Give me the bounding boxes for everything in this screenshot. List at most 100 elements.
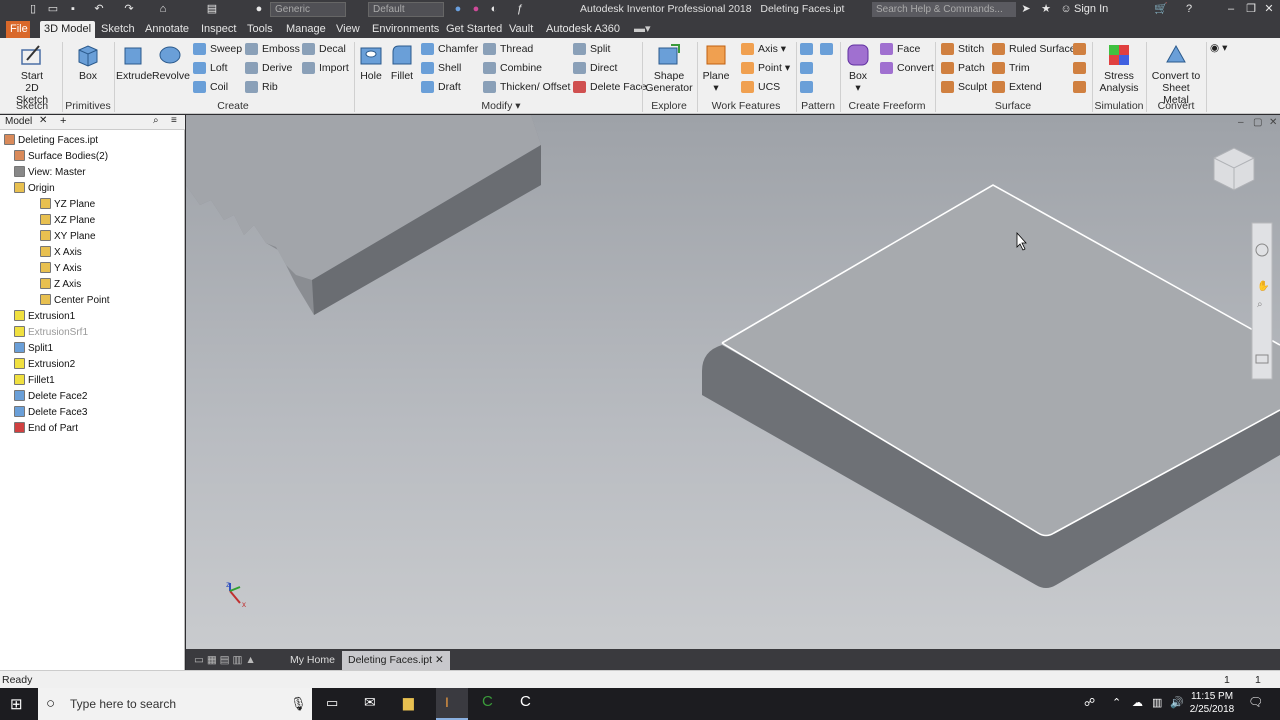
chamfer-button[interactable]: Chamfer: [421, 41, 478, 57]
search-arrow-icon[interactable]: ➤: [1020, 2, 1032, 17]
axis-button[interactable]: Axis ▾: [741, 41, 786, 57]
help-search-input[interactable]: Search Help & Commands...: [872, 2, 1016, 17]
patch-button[interactable]: Patch: [941, 60, 985, 76]
start-2d-sketch-button[interactable]: Start 2D Sketch: [8, 42, 56, 106]
face-button[interactable]: Face: [880, 41, 920, 57]
save-icon[interactable]: ▪: [66, 2, 80, 17]
revolve-button[interactable]: Revolve: [152, 42, 190, 82]
function-icon[interactable]: ƒ: [514, 2, 526, 17]
doc-tab-my-home[interactable]: My Home: [284, 651, 341, 670]
tab-manage[interactable]: Manage: [282, 21, 330, 38]
taskbar-search-input[interactable]: ○ Type here to search 🎙: [38, 688, 312, 720]
loft-button[interactable]: Loft: [193, 60, 228, 76]
convert-freeform-button[interactable]: Convert: [880, 60, 934, 76]
shell-button[interactable]: Shell: [421, 60, 461, 76]
cloud-icon[interactable]: ☁: [1132, 696, 1143, 709]
menu-icon[interactable]: ≡: [171, 115, 177, 126]
camtasia-icon[interactable]: C: [482, 693, 493, 710]
cart-icon[interactable]: 🛒: [1154, 2, 1168, 17]
thread-button[interactable]: Thread: [483, 41, 533, 57]
mail-icon[interactable]: ✉: [364, 694, 376, 711]
sign-in-link[interactable]: Sign In: [1074, 2, 1114, 17]
notifications-icon[interactable]: 🗨: [1248, 695, 1263, 709]
fit-mesh-face-button[interactable]: [1073, 79, 1087, 95]
direct-button[interactable]: Direct: [573, 60, 617, 76]
tab-sketch[interactable]: Sketch: [97, 21, 139, 38]
browser-item[interactable]: Z Axis: [40, 277, 81, 293]
tab-inspect[interactable]: Inspect: [197, 21, 240, 38]
combine-button[interactable]: Combine: [483, 60, 542, 76]
star-icon[interactable]: ★: [1040, 2, 1052, 17]
windows-start-icon[interactable]: ⊞: [10, 695, 23, 713]
trim-button[interactable]: Trim: [992, 60, 1030, 76]
browser-item[interactable]: Y Axis: [40, 261, 82, 277]
undo-icon[interactable]: ↶: [92, 2, 106, 17]
tab-annotate[interactable]: Annotate: [141, 21, 193, 38]
redo-icon[interactable]: ↷: [122, 2, 136, 17]
minimize-icon[interactable]: –: [1224, 2, 1238, 17]
extend-button[interactable]: Extend: [992, 79, 1042, 95]
open-icon[interactable]: ▭: [46, 2, 60, 17]
inventor-taskbar-button[interactable]: I: [436, 688, 468, 720]
browser-item[interactable]: XY Plane: [40, 229, 96, 245]
shape-generator-button[interactable]: Shape Generator: [644, 42, 694, 94]
browser-item[interactable]: XZ Plane: [40, 213, 95, 229]
emboss-button[interactable]: Emboss: [245, 41, 300, 57]
point-button[interactable]: Point ▾: [741, 60, 790, 76]
fillet-button[interactable]: Fillet: [388, 42, 416, 82]
browser-item[interactable]: End of Part: [14, 421, 78, 437]
freeform-box-button[interactable]: Box ▾: [842, 42, 874, 94]
navigation-bar[interactable]: ✋ ⌕: [1251, 222, 1273, 380]
sculpt-button[interactable]: Sculpt: [941, 79, 987, 95]
color-icon[interactable]: ●: [252, 2, 266, 17]
derive-button[interactable]: Derive: [245, 60, 292, 76]
draft-button[interactable]: Draft: [421, 79, 461, 95]
browser-item[interactable]: Origin: [14, 181, 55, 197]
graphics-window[interactable]: z x ✋ ⌕ – ▢ ✕: [186, 115, 1280, 649]
browser-item[interactable]: Surface Bodies(2): [14, 149, 108, 165]
group-modify[interactable]: Modify ▾: [356, 100, 646, 112]
browser-tab-model[interactable]: Model: [5, 116, 32, 127]
restore-icon[interactable]: ❐: [1244, 2, 1258, 17]
viewport-close-icon[interactable]: ✕: [1269, 117, 1277, 128]
tab-3d-model[interactable]: 3D Model: [40, 21, 96, 38]
model-viewport-canvas[interactable]: z x ✋ ⌕ – ▢ ✕: [186, 115, 1280, 649]
tab-file[interactable]: File: [6, 21, 30, 38]
convert-to-sheet-metal-button[interactable]: Convert to Sheet Metal: [1148, 42, 1204, 106]
network-icon[interactable]: ▥: [1152, 696, 1162, 709]
user-icon[interactable]: ☺: [1060, 2, 1072, 17]
appearance-icon[interactable]: ●: [452, 2, 464, 17]
thicken-offset-button[interactable]: Thicken/ Offset: [483, 79, 570, 95]
box-primitive-button[interactable]: Box: [70, 42, 106, 82]
replace-face-button[interactable]: [1073, 41, 1087, 57]
home-icon[interactable]: ⌂: [156, 2, 170, 17]
browser-item[interactable]: YZ Plane: [40, 197, 95, 213]
viewcube[interactable]: [1213, 147, 1255, 191]
stitch-button[interactable]: Stitch: [941, 41, 984, 57]
task-view-icon[interactable]: ▭: [326, 695, 338, 711]
circular-pattern-button[interactable]: [800, 60, 814, 76]
doc-tab-active[interactable]: Deleting Faces.ipt ✕: [342, 651, 450, 670]
rib-button[interactable]: Rib: [245, 79, 278, 95]
help-icon[interactable]: ?: [1182, 2, 1196, 17]
browser-item[interactable]: Center Point: [40, 293, 110, 309]
hole-button[interactable]: Hole: [356, 42, 386, 82]
sketch-pattern-button[interactable]: [800, 79, 814, 95]
close-doc-icon[interactable]: ✕: [435, 654, 444, 666]
clear-icon[interactable]: ●: [470, 2, 482, 17]
app-icon[interactable]: C: [520, 693, 531, 710]
tab-environments[interactable]: Environments: [368, 21, 443, 38]
browser-item[interactable]: Deleting Faces.ipt: [4, 133, 98, 149]
new-icon[interactable]: ▯: [26, 2, 40, 17]
viewport-maximize-icon[interactable]: ▢: [1253, 117, 1262, 128]
extrude-button[interactable]: Extrude: [116, 42, 152, 82]
browser-item[interactable]: Extrusion1: [14, 309, 75, 325]
coil-button[interactable]: Coil: [193, 79, 228, 95]
browser-item[interactable]: View: Master: [14, 165, 86, 181]
material-select[interactable]: Generic: [270, 2, 346, 17]
appearance-select[interactable]: Default: [368, 2, 444, 17]
tab-tools[interactable]: Tools: [243, 21, 277, 38]
decal-button[interactable]: Decal: [302, 41, 346, 57]
clock[interactable]: 11:15 PM 2/25/2018: [1188, 690, 1236, 716]
ucs-button[interactable]: UCS: [741, 79, 780, 95]
